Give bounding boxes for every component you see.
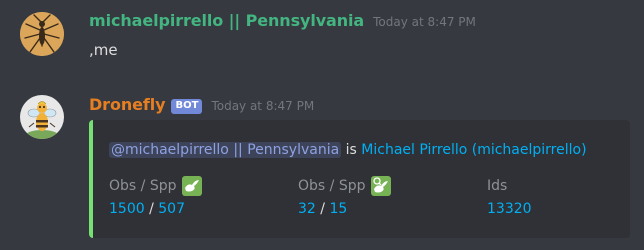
bird-id-icon <box>371 176 392 196</box>
field-label: Ids <box>487 178 508 194</box>
value-separator: / <box>149 201 154 217</box>
ids-count-link[interactable]: 13320 <box>487 201 532 217</box>
embed-field-obs-spp-ids: Obs / Spp 32 / 15 <box>298 176 392 217</box>
message-header: michaelpirrello || Pennsylvania Today at… <box>89 11 476 30</box>
embed-field-name: Ids <box>487 176 532 196</box>
avatar-dronefly[interactable] <box>20 95 64 139</box>
spp-count-link[interactable]: 15 <box>329 201 347 217</box>
chat-view: michaelpirrello || Pennsylvania Today at… <box>0 0 644 250</box>
spp-count-link[interactable]: 507 <box>158 201 185 217</box>
field-label: Obs / Spp <box>298 178 366 194</box>
embed-field-value: 1500 / 507 <box>109 201 202 217</box>
value-separator: / <box>320 201 325 217</box>
mosquito-icon <box>20 12 64 56</box>
bee-icon <box>20 95 64 139</box>
embed-field-value: 32 / 15 <box>298 201 391 217</box>
embed-field-obs-spp: Obs / Spp 1500 / 507 <box>109 176 203 217</box>
embed-connector-text: is <box>345 142 357 158</box>
message-header: Dronefly BOT Today at 8:47 PM <box>89 95 314 116</box>
obs-count-link[interactable]: 1500 <box>109 201 145 217</box>
embed-field-ids: Ids 13320 <box>487 176 532 217</box>
username[interactable]: michaelpirrello || Pennsylvania <box>89 11 364 30</box>
profile-link[interactable]: Michael Pirrello (michaelpirrello) <box>361 142 586 158</box>
user-mention[interactable]: @michaelpirrello || Pennsylvania <box>109 142 342 158</box>
embed-field-name: Obs / Spp <box>298 176 392 196</box>
field-label: Obs / Spp <box>109 178 177 194</box>
timestamp: Today at 8:47 PM <box>211 99 315 113</box>
username[interactable]: Dronefly <box>89 95 166 114</box>
bot-badge: BOT <box>171 99 203 114</box>
obs-count-link[interactable]: 32 <box>298 201 316 217</box>
embed-field-value: 13320 <box>487 201 532 217</box>
embed-field-name: Obs / Spp <box>109 176 203 196</box>
embed-description: @michaelpirrello || Pennsylvania is Mich… <box>109 142 587 158</box>
timestamp: Today at 8:47 PM <box>373 15 476 29</box>
avatar-michaelpirrello[interactable] <box>20 12 64 56</box>
embed: @michaelpirrello || Pennsylvania is Mich… <box>89 120 630 238</box>
bird-icon <box>182 176 203 196</box>
message-text: ,me <box>89 41 118 59</box>
